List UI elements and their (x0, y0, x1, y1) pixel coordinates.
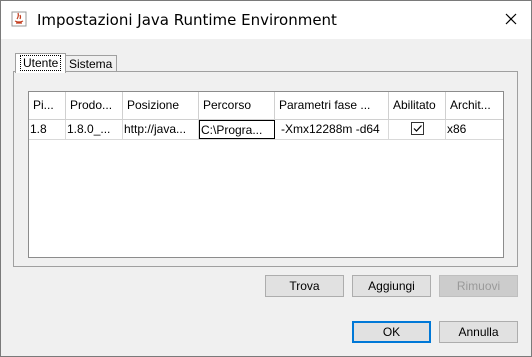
column-header-platform[interactable]: Pi... (29, 92, 66, 119)
tab-utente[interactable]: Utente (15, 53, 67, 73)
cancel-button[interactable]: Annulla (439, 321, 518, 343)
column-header-architecture[interactable]: Archit... (446, 92, 503, 119)
cell-product[interactable]: 1.8.0_... (66, 120, 123, 139)
jre-table[interactable]: Pi... Prodo... Posizione Percorso Parame… (28, 91, 504, 258)
cell-platform[interactable]: 1.8 (29, 120, 66, 139)
cell-runtime-params[interactable]: -Xmx12288m -d64 (275, 120, 389, 139)
cell-enabled[interactable] (389, 120, 446, 139)
table-row[interactable]: 1.8 1.8.0_... http://java... C:\Progra..… (29, 120, 503, 140)
ok-button[interactable]: OK (352, 321, 431, 343)
column-header-location[interactable]: Posizione (123, 92, 199, 119)
tab-sistema-label: Sistema (69, 57, 113, 71)
cell-location[interactable]: http://java... (123, 120, 199, 139)
tab-utente-label: Utente (20, 55, 62, 71)
check-icon (413, 125, 422, 132)
java-app-icon (11, 11, 27, 27)
table-header: Pi... Prodo... Posizione Percorso Parame… (29, 92, 503, 120)
remove-button[interactable]: Rimuovi (439, 275, 518, 297)
column-header-enabled[interactable]: Abilitato (389, 92, 446, 119)
add-button[interactable]: Aggiungi (352, 275, 431, 297)
column-header-product[interactable]: Prodo... (66, 92, 123, 119)
column-header-path[interactable]: Percorso (199, 92, 275, 119)
cell-architecture[interactable]: x86 (446, 120, 503, 139)
cell-path[interactable]: C:\Progra... (199, 120, 275, 139)
column-header-runtime-params[interactable]: Parametri fase ... (275, 92, 389, 119)
window-title: Impostazioni Java Runtime Environment (37, 11, 337, 29)
title-bar: Impostazioni Java Runtime Environment (1, 1, 531, 39)
close-icon[interactable] (503, 11, 519, 27)
find-button[interactable]: Trova (265, 275, 344, 297)
enabled-checkbox[interactable] (411, 122, 424, 135)
